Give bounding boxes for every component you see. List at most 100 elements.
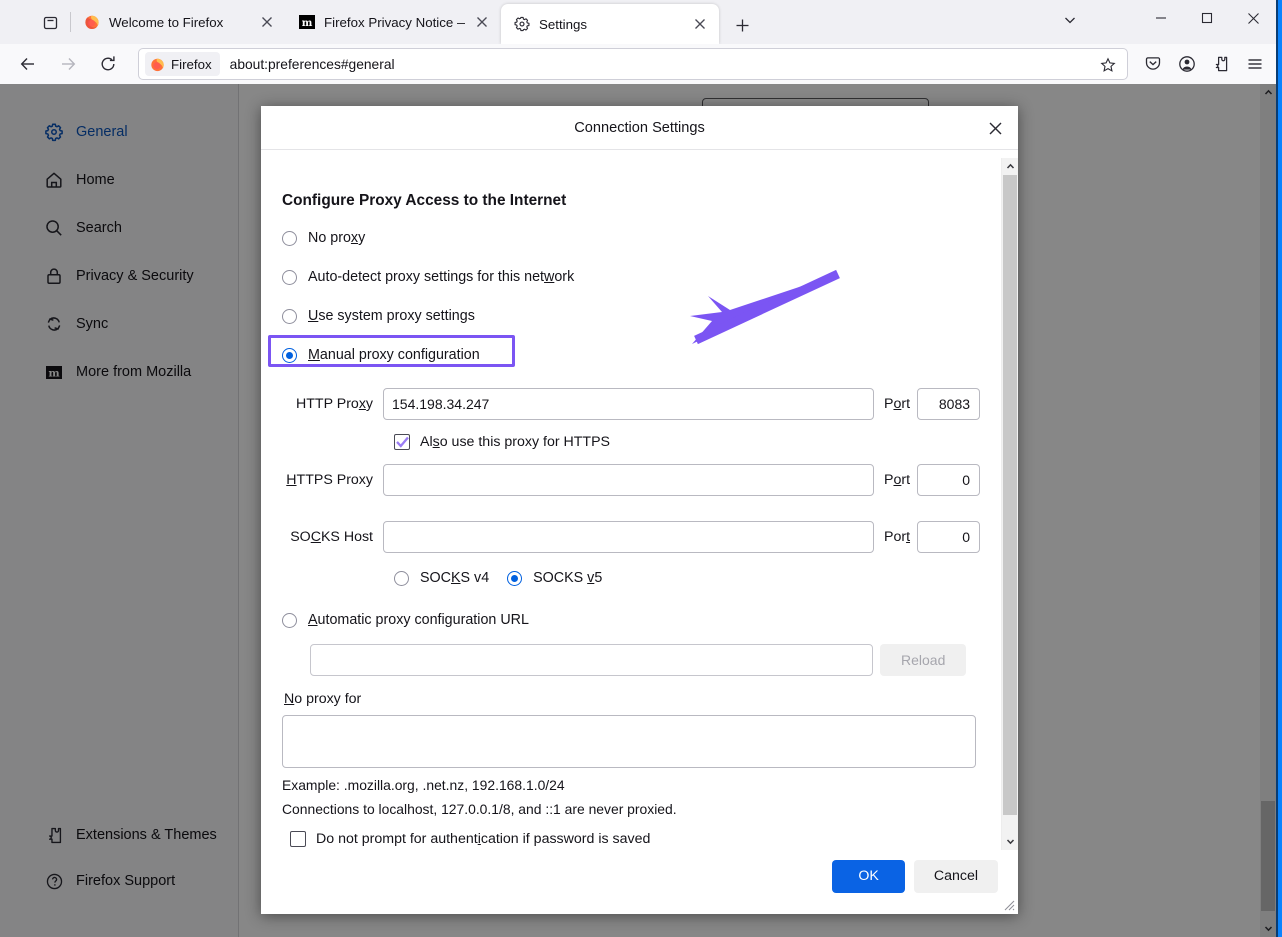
close-icon[interactable] bbox=[471, 11, 493, 33]
identity-chip[interactable]: Firefox bbox=[145, 52, 220, 76]
connection-settings-dialog: Connection Settings Configure Proxy Acce… bbox=[261, 106, 1018, 914]
https-proxy-input[interactable] bbox=[383, 464, 874, 496]
radio-label: Use system proxy settings bbox=[308, 308, 475, 324]
no-proxy-for-label: No proxy for bbox=[284, 691, 996, 707]
http-proxy-row: HTTP Proxy 154.198.34.247 Port 8083 bbox=[282, 388, 996, 420]
http-proxy-input[interactable]: 154.198.34.247 bbox=[383, 388, 874, 420]
radio-indicator[interactable] bbox=[507, 571, 522, 586]
http-proxy-label: HTTP Proxy bbox=[282, 396, 373, 412]
checkbox-indicator[interactable] bbox=[394, 434, 410, 450]
radio-label: No proxy bbox=[308, 230, 365, 246]
minimize-button[interactable] bbox=[1138, 0, 1184, 36]
account-icon[interactable] bbox=[1170, 48, 1204, 80]
tab-welcome-to-firefox[interactable]: Welcome to Firefox bbox=[71, 4, 286, 40]
tab-settings[interactable]: Settings bbox=[501, 4, 719, 44]
svg-text:m: m bbox=[301, 18, 312, 29]
reload-icon[interactable] bbox=[91, 48, 125, 80]
radio-automatic-proxy-configuration-url[interactable]: Automatic proxy configuration URL bbox=[282, 609, 996, 631]
http-port-input[interactable]: 8083 bbox=[917, 388, 980, 420]
dialog-scrollbar-thumb[interactable] bbox=[1003, 175, 1017, 815]
tab-title: Firefox Privacy Notice — Mozilla bbox=[324, 15, 465, 30]
hamburger-menu-icon[interactable] bbox=[1238, 48, 1272, 80]
close-icon[interactable] bbox=[689, 13, 711, 35]
localhost-hint: Connections to localhost, 127.0.0.1/8, a… bbox=[282, 801, 996, 817]
also-use-proxy-for-https-row[interactable]: Also use this proxy for HTTPS bbox=[394, 434, 996, 450]
list-all-tabs-icon[interactable] bbox=[30, 0, 70, 44]
proxy-group-heading: Configure Proxy Access to the Internet bbox=[282, 192, 996, 210]
radio-label: Automatic proxy configuration URL bbox=[308, 612, 529, 628]
socks-port-input[interactable]: 0 bbox=[917, 521, 980, 553]
socks-version-group: SOCKS v4 SOCKS v5 bbox=[394, 567, 996, 589]
radio-socks-v4[interactable]: SOCKS v4 bbox=[394, 567, 489, 589]
do-not-prompt-auth-row[interactable]: Do not prompt for authentication if pass… bbox=[290, 831, 996, 847]
gear-icon bbox=[513, 16, 530, 33]
example-hint: Example: .mozilla.org, .net.nz, 192.168.… bbox=[282, 777, 996, 793]
navigation-toolbar: Firefox about:preferences#general bbox=[0, 44, 1282, 84]
https-port-input[interactable]: 0 bbox=[917, 464, 980, 496]
dialog-title: Connection Settings bbox=[574, 120, 705, 136]
new-tab-button[interactable] bbox=[727, 10, 757, 40]
extensions-icon[interactable] bbox=[1204, 48, 1238, 80]
scroll-down-icon[interactable] bbox=[1002, 833, 1018, 850]
cancel-button[interactable]: Cancel bbox=[914, 860, 998, 893]
tab-strip: Welcome to Firefox m Firefox Privacy Not… bbox=[0, 0, 1282, 44]
radio-indicator[interactable] bbox=[394, 571, 409, 586]
socks-host-label: SOCKS Host bbox=[282, 529, 373, 545]
dialog-body: Configure Proxy Access to the Internet N… bbox=[261, 150, 1018, 850]
tab-firefox-privacy-notice[interactable]: m Firefox Privacy Notice — Mozilla bbox=[286, 4, 501, 40]
url-bar[interactable]: Firefox about:preferences#general bbox=[138, 48, 1128, 80]
reload-button[interactable]: Reload bbox=[880, 644, 966, 676]
dialog-title-bar: Connection Settings bbox=[261, 106, 1018, 150]
mozilla-m-logo-icon: m bbox=[298, 14, 315, 31]
radio-manual-proxy-configuration[interactable]: Manual proxy configuration bbox=[282, 344, 996, 366]
radio-label: Manual proxy configuration bbox=[308, 347, 480, 363]
toolbar-icons bbox=[1136, 48, 1272, 80]
socks-host-row: SOCKS Host Port 0 bbox=[282, 521, 996, 553]
auto-config-url-input[interactable] bbox=[310, 644, 873, 676]
window-border-accent bbox=[1278, 0, 1282, 937]
radio-socks-v5[interactable]: SOCKS v5 bbox=[507, 567, 602, 589]
socks-host-input[interactable] bbox=[383, 521, 874, 553]
firefox-logo-icon bbox=[150, 57, 165, 72]
star-icon[interactable] bbox=[1097, 54, 1119, 76]
chevron-down-icon[interactable] bbox=[1048, 0, 1092, 40]
identity-label: Firefox bbox=[171, 57, 212, 72]
https-proxy-label: HTTPS Proxy bbox=[282, 472, 373, 488]
radio-use-system-proxy[interactable]: Use system proxy settings bbox=[282, 305, 996, 327]
radio-indicator[interactable] bbox=[282, 348, 297, 363]
checkbox-indicator[interactable] bbox=[290, 831, 306, 847]
radio-label: SOCKS v5 bbox=[533, 570, 602, 586]
https-port-label: Port bbox=[884, 472, 910, 488]
radio-indicator[interactable] bbox=[282, 270, 297, 285]
firefox-logo-icon bbox=[83, 14, 100, 31]
https-proxy-row: HTTPS Proxy Port 0 bbox=[282, 464, 996, 496]
tab-title: Settings bbox=[539, 17, 683, 32]
browser-window: Welcome to Firefox m Firefox Privacy Not… bbox=[0, 0, 1282, 937]
resize-grip-icon[interactable] bbox=[1001, 897, 1015, 911]
url-text[interactable]: about:preferences#general bbox=[230, 57, 395, 72]
window-controls bbox=[1138, 0, 1276, 44]
maximize-button[interactable] bbox=[1184, 0, 1230, 36]
scroll-up-icon[interactable] bbox=[1002, 158, 1018, 175]
tab-title: Welcome to Firefox bbox=[109, 15, 250, 30]
checkbox-label: Also use this proxy for HTTPS bbox=[420, 434, 610, 450]
dialog-scroll-content: Configure Proxy Access to the Internet N… bbox=[261, 150, 996, 850]
close-icon[interactable] bbox=[980, 113, 1010, 143]
dialog-footer: OK Cancel bbox=[261, 850, 1018, 914]
close-button[interactable] bbox=[1230, 0, 1276, 36]
dialog-scrollbar[interactable] bbox=[1001, 158, 1018, 850]
radio-indicator[interactable] bbox=[282, 231, 297, 246]
ok-button[interactable]: OK bbox=[832, 860, 905, 893]
checkbox-label: Do not prompt for authentication if pass… bbox=[316, 831, 650, 847]
radio-indicator[interactable] bbox=[282, 309, 297, 324]
radio-no-proxy[interactable]: No proxy bbox=[282, 227, 996, 249]
radio-label: SOCKS v4 bbox=[420, 570, 489, 586]
close-icon[interactable] bbox=[256, 11, 278, 33]
back-arrow-icon[interactable] bbox=[11, 48, 45, 80]
radio-indicator[interactable] bbox=[282, 613, 297, 628]
no-proxy-for-textarea[interactable] bbox=[282, 715, 976, 768]
radio-auto-detect[interactable]: Auto-detect proxy settings for this netw… bbox=[282, 266, 996, 288]
pocket-icon[interactable] bbox=[1136, 48, 1170, 80]
http-port-label: Port bbox=[884, 396, 910, 412]
forward-arrow-icon bbox=[51, 48, 85, 80]
